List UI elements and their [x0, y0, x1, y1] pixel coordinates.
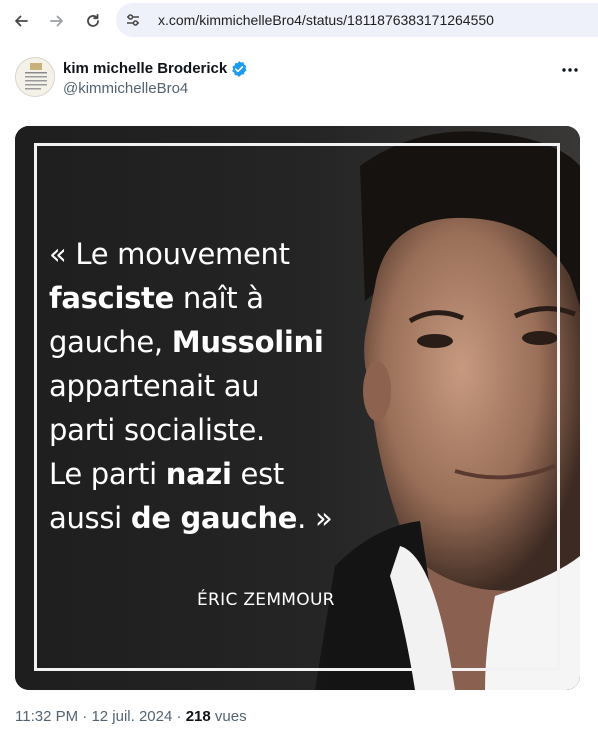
reload-icon [87, 13, 99, 27]
site-info-button[interactable] [122, 9, 144, 31]
handle[interactable]: @kimmichelleBro4 [63, 80, 188, 97]
image-quote-text: « Le mouvement fasciste naît à gauche, M… [49, 237, 333, 535]
tweet-time[interactable]: 11:32 PM [15, 708, 78, 725]
more-button[interactable] [558, 60, 582, 80]
reload-button[interactable] [81, 9, 105, 33]
image-quote-author: ÉRIC ZEMMOUR [197, 590, 335, 610]
tune-icon [127, 14, 139, 26]
avatar-image [16, 58, 54, 96]
display-name[interactable]: kim michelle Broderick [63, 60, 227, 77]
url-text[interactable]: x.com/kimmichelleBro4/status/18118763831… [158, 12, 494, 28]
avatar[interactable] [15, 57, 55, 97]
tweet-date[interactable]: 12 juil. 2024 [91, 708, 172, 725]
more-horizontal-icon [562, 68, 578, 72]
address-bar[interactable]: x.com/kimmichelleBro4/status/18118763831… [116, 3, 598, 37]
arrow-right-icon [50, 15, 63, 27]
views-count: 218 [185, 708, 211, 725]
back-button[interactable] [9, 9, 33, 33]
forward-button[interactable] [45, 9, 69, 33]
browser-toolbar: x.com/kimmichelleBro4/status/18118763831… [0, 0, 598, 42]
views-label: vues [210, 708, 247, 725]
meta-separator: · [78, 708, 92, 725]
arrow-left-icon [15, 15, 28, 27]
tweet-image[interactable]: « Le mouvement fasciste naît à gauche, M… [15, 126, 580, 690]
meta-separator: · [172, 708, 186, 725]
verified-badge-icon[interactable] [230, 60, 248, 78]
tweet-meta: 11:32 PM · 12 juil. 2024 · 218 vues [15, 708, 247, 725]
